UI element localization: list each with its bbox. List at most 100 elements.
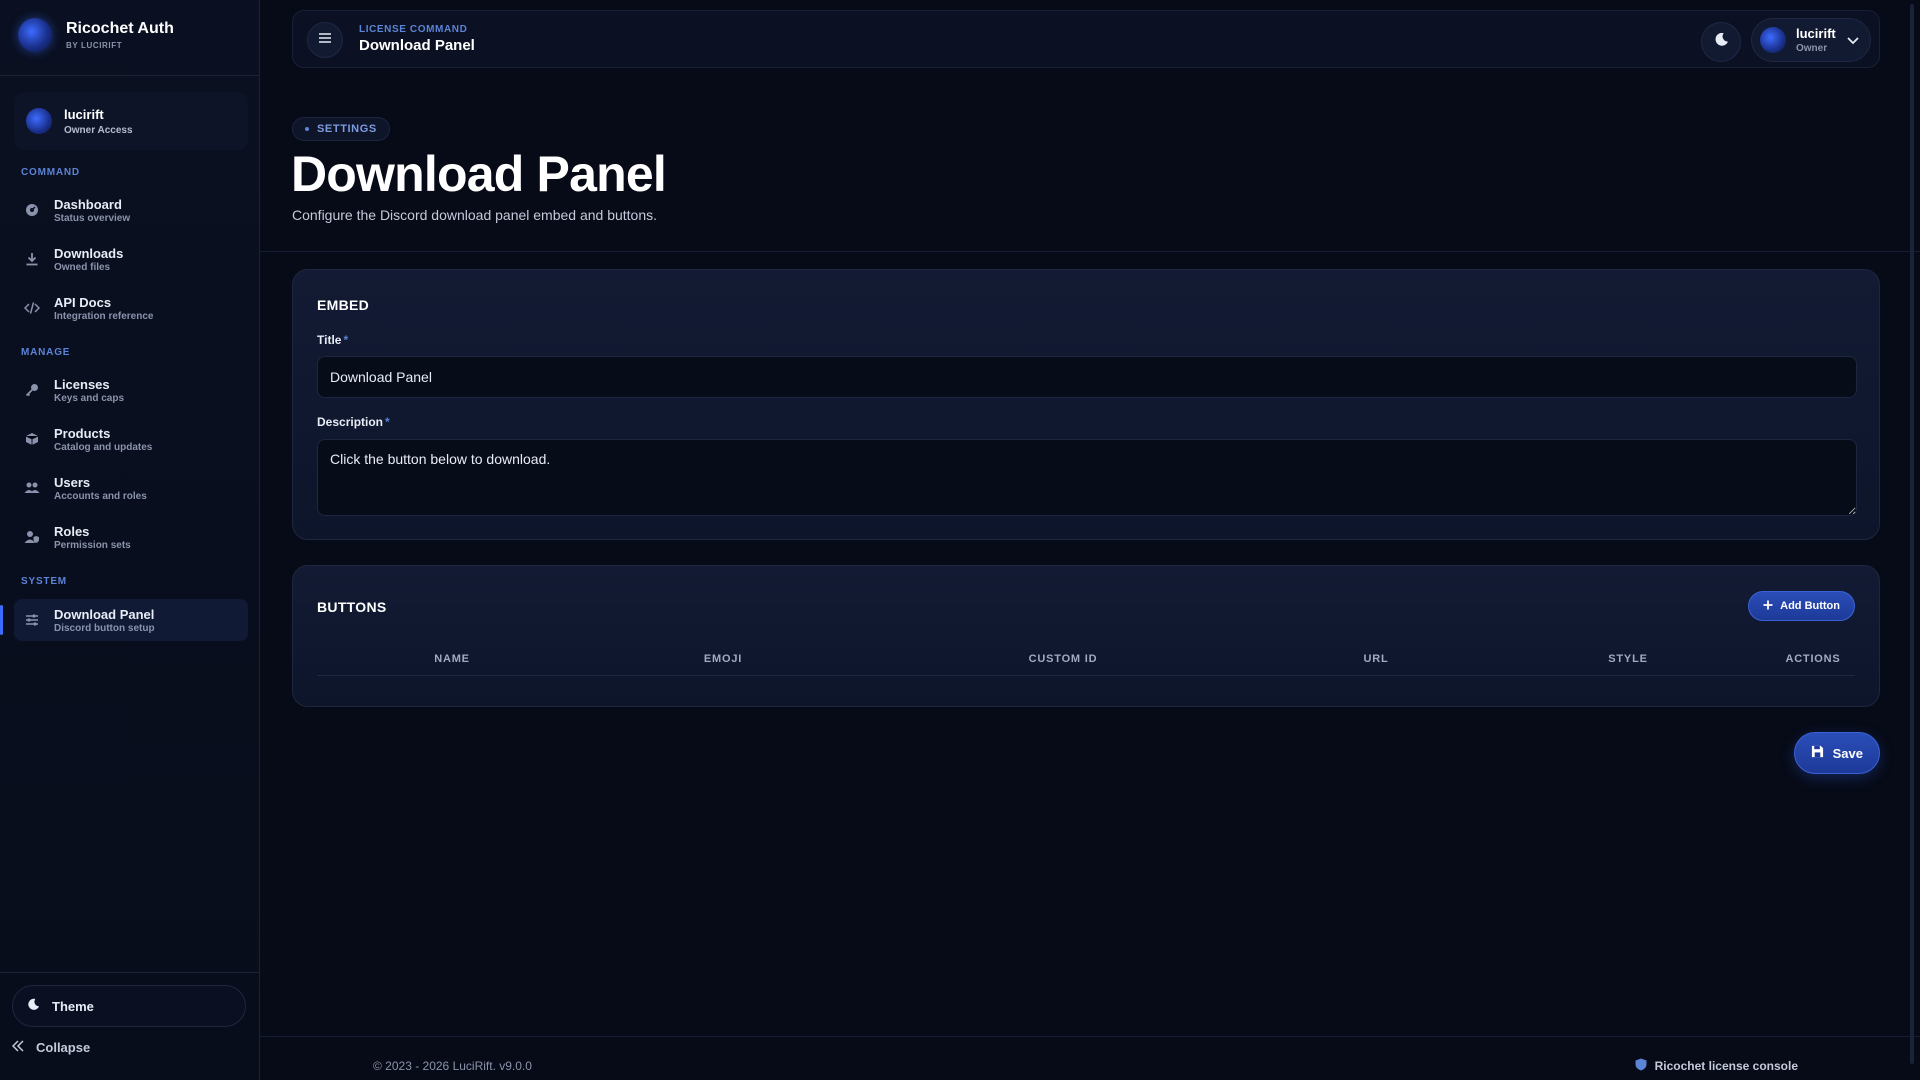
key-icon [24, 382, 40, 398]
theme-toggle-button[interactable]: Theme [12, 985, 246, 1027]
buttons-card: BUTTONS Add Button NAME EMOJI CUSTOM ID … [292, 565, 1880, 707]
required-marker: * [343, 333, 349, 347]
hamburger-icon [317, 31, 333, 50]
brand-logo-icon [18, 18, 52, 52]
double-chevron-left-icon [11, 1040, 24, 1055]
brand-subtitle: BY LUCIRIFT [66, 41, 123, 50]
sidebar-item-users[interactable]: Users Accounts and roles [14, 467, 248, 509]
sidebar-item-label: Products [54, 425, 111, 441]
section-label-command: COMMAND [21, 167, 80, 178]
floppy-disk-icon [1811, 745, 1824, 761]
user-shield-icon [24, 529, 40, 545]
column-header-actions: ACTIONS [1785, 653, 1841, 665]
sidebar-item-label: Licenses [54, 376, 110, 392]
add-button-button[interactable]: Add Button [1748, 591, 1855, 621]
user-chip-name: lucirift [1796, 26, 1836, 41]
shield-icon [1635, 1058, 1647, 1074]
sidebar-item-label: Roles [54, 523, 90, 539]
sliders-icon [24, 612, 40, 628]
sidebar-item-label: API Docs [54, 294, 112, 310]
gauge-icon [24, 202, 40, 218]
collapse-sidebar-button[interactable]: Collapse [11, 1040, 91, 1055]
avatar [26, 108, 52, 134]
column-header-url: URL [1363, 653, 1389, 665]
sidebar-item-roles[interactable]: Roles Permission sets [14, 516, 248, 558]
page-subtitle: Configure the Discord download panel emb… [292, 207, 658, 223]
sidebar-item-label: Users [54, 474, 91, 490]
console-label-text: Ricochet license console [1654, 1059, 1798, 1073]
column-header-custom-id: CUSTOM ID [1028, 653, 1098, 665]
sidebar-item-sublabel: Catalog and updates [54, 441, 153, 453]
section-badge: SETTINGS [292, 117, 390, 141]
user-menu-button[interactable]: lucirift Owner [1751, 18, 1871, 62]
buttons-table-header: NAME EMOJI CUSTOM ID URL STYLE ACTIONS [317, 646, 1855, 676]
footer-copyright: © 2023 - 2026 LuciRift. v9.0.0 [373, 1059, 532, 1073]
plus-icon [1763, 600, 1773, 613]
scrollbar-thumb[interactable] [1910, 4, 1914, 1064]
menu-button[interactable] [307, 22, 343, 58]
sidebar-item-download-panel[interactable]: Download Panel Discord button setup [0, 599, 248, 641]
box-icon [24, 431, 40, 447]
users-icon [24, 480, 40, 496]
save-button[interactable]: Save [1793, 732, 1880, 774]
embed-title-input[interactable] [317, 356, 1857, 398]
sidebar-item-api-docs[interactable]: API Docs Integration reference [14, 287, 248, 329]
sidebar-bottom-divider [0, 972, 259, 973]
title-field-label: Title * [317, 333, 348, 347]
section-label-manage: MANAGE [21, 347, 71, 358]
dark-mode-button[interactable] [1701, 22, 1741, 62]
sidebar-item-sublabel: Integration reference [54, 310, 154, 322]
sidebar-item-sublabel: Accounts and roles [54, 490, 147, 502]
sidebar-item-dashboard[interactable]: Dashboard Status overview [14, 189, 248, 231]
embed-description-textarea[interactable]: Click the button below to download. [317, 439, 1857, 516]
code-icon [24, 300, 40, 316]
section-label-system: SYSTEM [21, 576, 67, 587]
header-divider [260, 251, 1920, 252]
sidebar-item-sublabel: Permission sets [54, 539, 131, 551]
brand-title: Ricochet Auth [66, 20, 174, 37]
sidebar-item-sublabel: Discord button setup [54, 622, 155, 634]
sidebar-item-licenses[interactable]: Licenses Keys and caps [14, 369, 248, 411]
sidebar-item-downloads[interactable]: Downloads Owned files [14, 238, 248, 280]
moon-icon [1714, 32, 1729, 52]
collapse-label: Collapse [36, 1040, 91, 1055]
required-marker: * [385, 415, 390, 429]
embed-card: EMBED Title* Description* Click the butt… [292, 269, 1880, 540]
footer-divider [260, 1036, 1920, 1037]
chevron-down-icon [1846, 33, 1860, 52]
breadcrumb: LICENSE COMMAND [359, 24, 468, 35]
badge-label: SETTINGS [317, 123, 377, 135]
page-scrollbar[interactable] [1908, 0, 1916, 1080]
column-header-name: NAME [434, 653, 470, 665]
avatar [1760, 27, 1786, 53]
add-button-label: Add Button [1780, 600, 1840, 612]
title-label-text: Title [317, 333, 342, 347]
sidebar-item-sublabel: Status overview [54, 212, 131, 224]
sidebar-item-sublabel: Keys and caps [54, 392, 125, 404]
theme-label: Theme [52, 998, 94, 1014]
sidebar-user-name: lucirift [64, 106, 104, 122]
sidebar: Ricochet Auth BY LUCIRIFT lucirift Owner… [0, 0, 260, 1080]
sidebar-item-label: Dashboard [54, 196, 122, 212]
buttons-section-title: BUTTONS [317, 599, 387, 615]
description-label-text: Description [317, 415, 384, 429]
save-label: Save [1832, 745, 1863, 761]
download-icon [24, 251, 40, 267]
sidebar-user-card[interactable]: lucirift Owner Access [14, 92, 248, 150]
column-header-emoji: EMOJI [703, 653, 743, 665]
user-chip-role: Owner [1796, 43, 1828, 54]
sidebar-item-label: Downloads [54, 245, 124, 261]
badge-dot-icon [305, 127, 309, 131]
sidebar-item-label: Download Panel [54, 606, 155, 622]
topbar-title: Download Panel [359, 37, 475, 54]
sidebar-item-products[interactable]: Products Catalog and updates [14, 418, 248, 460]
sidebar-user-role: Owner Access [64, 124, 133, 136]
sidebar-item-sublabel: Owned files [54, 261, 111, 273]
page-title: Download Panel [291, 146, 667, 202]
brand[interactable]: Ricochet Auth BY LUCIRIFT [18, 18, 174, 52]
description-field-label: Description * [317, 415, 390, 429]
sidebar-divider [0, 75, 259, 76]
topbar: LICENSE COMMAND Download Panel lucirift … [292, 10, 1880, 68]
footer-console-label: Ricochet license console [1635, 1058, 1798, 1074]
column-header-style: STYLE [1608, 653, 1648, 665]
